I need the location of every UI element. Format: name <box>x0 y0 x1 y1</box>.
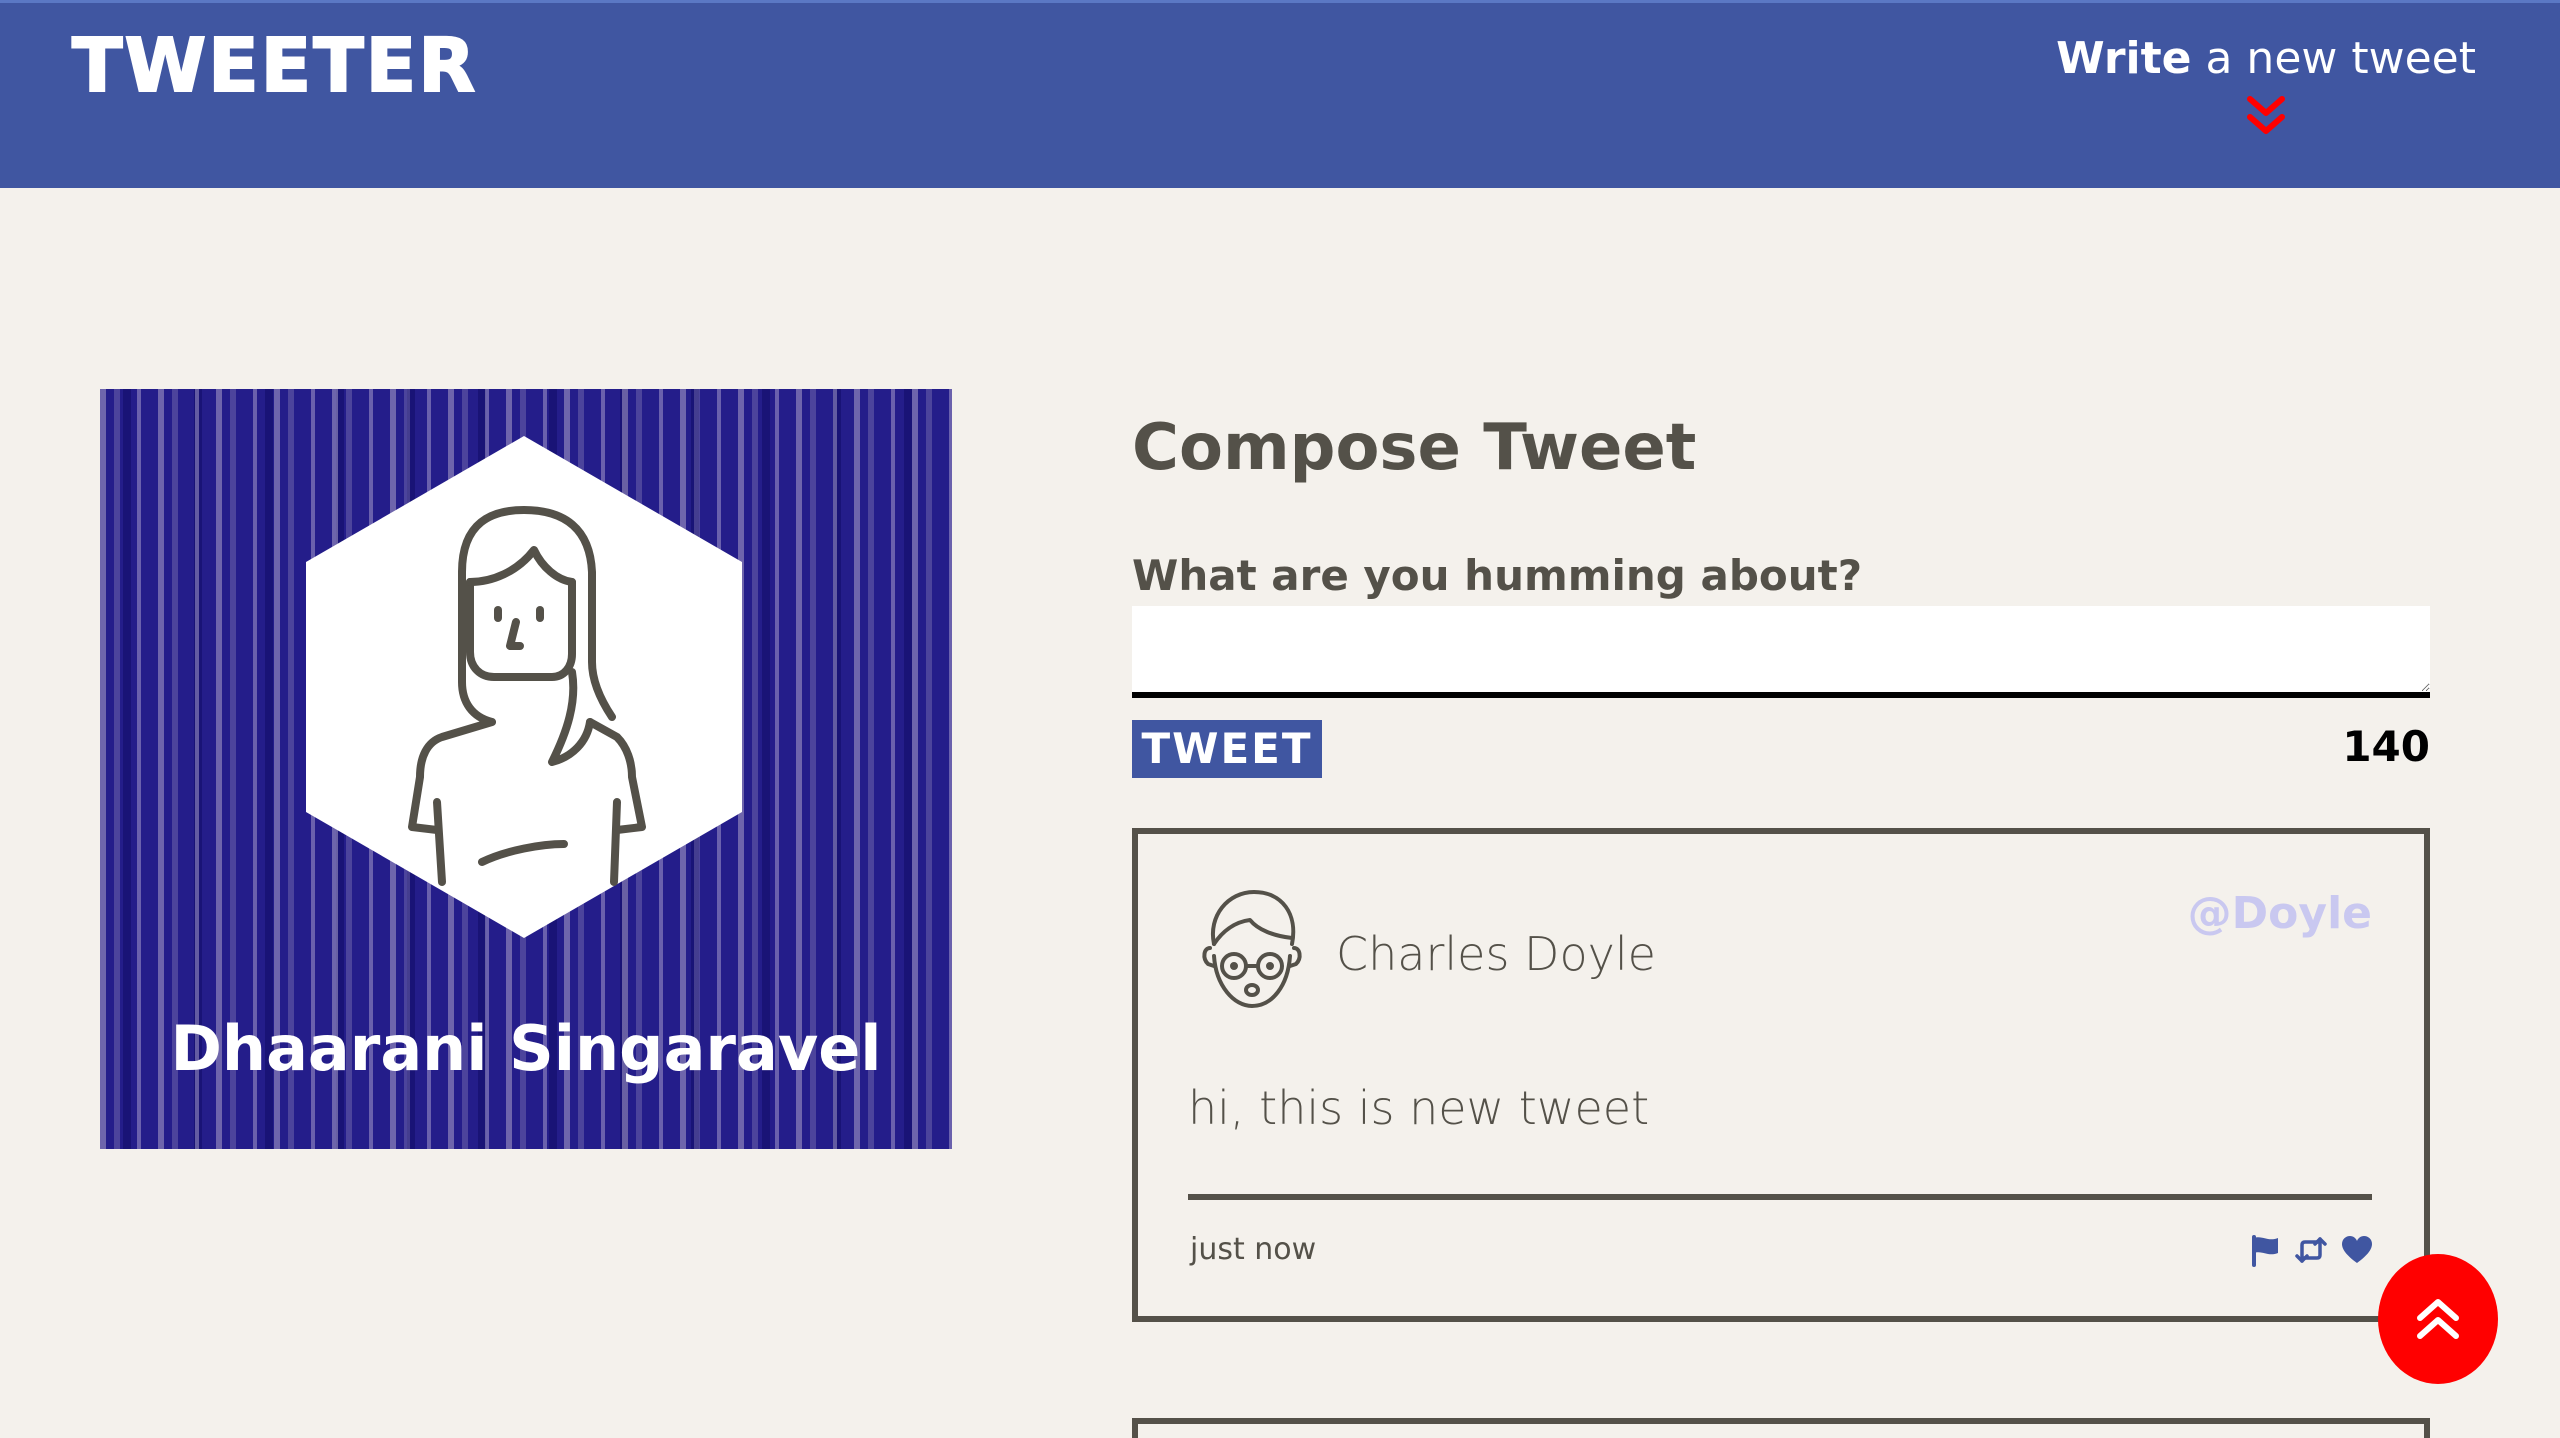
compose-title: Compose Tweet <box>1132 411 1697 485</box>
write-new-tweet-label: Write a new tweet <box>2056 29 2476 89</box>
write-new-tweet-bold: Write <box>2056 33 2192 84</box>
compose-textarea[interactable] <box>1132 606 2430 698</box>
profile-name: Dhaarani Singaravel <box>170 1012 882 1085</box>
profile-card: Dhaarani Singaravel <box>100 389 952 1149</box>
tweet-content: hi, this is new tweet <box>1188 1081 1650 1135</box>
double-chevron-up-icon <box>2417 1299 2459 1339</box>
tweet-actions <box>2248 1232 2374 1268</box>
write-new-tweet-rest: a new tweet <box>2191 33 2476 84</box>
character-counter: 140 <box>2342 722 2430 771</box>
tweet-card: Charles Doyle @Doyle hi, this is new twe… <box>1132 828 2430 1322</box>
heart-icon[interactable] <box>2340 1233 2374 1267</box>
double-chevron-down-icon[interactable] <box>2246 95 2286 139</box>
top-nav: TWEETER Write a new tweet <box>0 0 2560 188</box>
tweet-button[interactable]: TWEET <box>1132 720 1322 778</box>
write-new-tweet-toggle[interactable]: Write a new tweet <box>2056 29 2476 139</box>
man-with-glasses-avatar-icon <box>1202 890 1302 1008</box>
tweet-author-name: Charles Doyle <box>1336 927 1656 981</box>
retweet-icon[interactable] <box>2294 1233 2328 1267</box>
tweet-timestamp: just now <box>1190 1232 1317 1267</box>
brand-logo[interactable]: TWEETER <box>71 21 477 111</box>
profile-avatar <box>306 436 742 938</box>
tweet-author-handle[interactable]: @Doyle <box>2188 884 2372 944</box>
next-tweet-card <box>1132 1418 2430 1438</box>
compose-label: What are you humming about? <box>1132 551 1863 600</box>
tweet-divider <box>1188 1194 2372 1200</box>
scroll-to-top-button[interactable] <box>2378 1254 2498 1384</box>
flag-icon[interactable] <box>2248 1233 2282 1267</box>
